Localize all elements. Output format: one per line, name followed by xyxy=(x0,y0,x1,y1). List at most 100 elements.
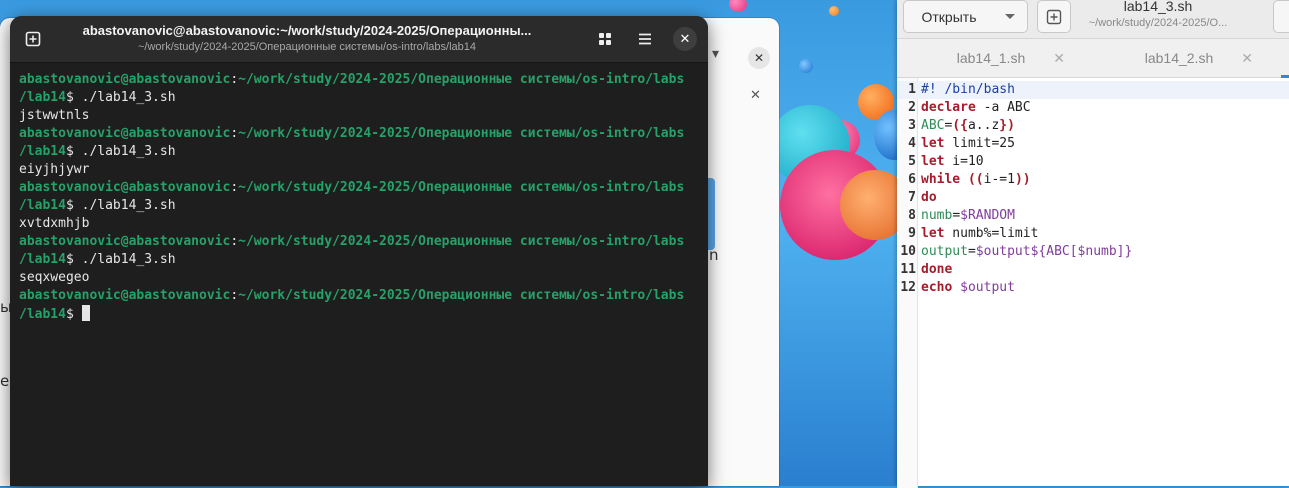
open-button[interactable]: Открыть xyxy=(903,0,995,33)
close-icon[interactable]: ✕ xyxy=(750,88,761,103)
code-text: #! /bin/bash xyxy=(921,82,1015,97)
command-text: $ ./lab14_3.sh xyxy=(65,144,176,159)
code-text: do xyxy=(921,190,937,205)
command-text: $ xyxy=(65,307,82,322)
code-text: done xyxy=(921,262,953,277)
code-line: 9 let numb%=limit xyxy=(897,225,1289,243)
line-number: 9 xyxy=(908,226,916,241)
prompt-separator: : xyxy=(230,180,239,195)
prompt-separator: : xyxy=(230,288,239,303)
code-line: 8 numb=$RANDOM xyxy=(897,207,1289,225)
close-icon: ✕ xyxy=(673,27,697,51)
line-number: 6 xyxy=(908,172,916,187)
terminal-line: abastovanovic@abastovanovic:~/work/study… xyxy=(19,179,708,197)
chevron-down-icon xyxy=(1005,13,1015,19)
prompt-path: /lab14 xyxy=(19,198,66,213)
line-number: 8 xyxy=(908,208,916,223)
code-line: 10 output=$output${ABC[$numb]} xyxy=(897,243,1289,261)
prompt-user-host: abastovanovic@abastovanovic xyxy=(19,126,231,141)
tab-label: lab14_2.sh xyxy=(1144,50,1214,66)
open-dropdown-button[interactable] xyxy=(993,0,1028,33)
browser-edge-text: n xyxy=(709,246,719,264)
new-document-button[interactable] xyxy=(1037,0,1071,33)
tab-lab14-2[interactable]: lab14_2.sh ✕ xyxy=(1085,39,1273,77)
command-text: $ ./lab14_3.sh xyxy=(65,198,176,213)
prompt-separator: : xyxy=(230,234,239,249)
desktop-balloon xyxy=(729,0,747,12)
close-icon[interactable]: ✕ xyxy=(748,47,770,69)
code-line: 5 let i=10 xyxy=(897,153,1289,171)
terminal-line: abastovanovic@abastovanovic:~/work/study… xyxy=(19,233,708,251)
output-line: jstwwtnls xyxy=(19,108,90,123)
line-number: 10 xyxy=(900,244,916,259)
desktop-balloon xyxy=(799,59,813,73)
terminal-line: /lab14$ ./lab14_3.sh xyxy=(19,89,708,107)
hamburger-icon xyxy=(639,33,651,45)
prompt-user-host: abastovanovic@abastovanovic xyxy=(19,72,231,87)
code-text: let limit=25 xyxy=(921,136,1015,151)
code-text: while ((i-=1)) xyxy=(921,172,1031,187)
terminal-subtitle: ~/work/study/2024-2025/Операционные сист… xyxy=(137,41,476,53)
code-line: 12 echo $output xyxy=(897,279,1289,297)
code-line: 6 while ((i-=1)) xyxy=(897,171,1289,189)
code-line: 2 declare -a ABC xyxy=(897,99,1289,117)
editor-subtitle: ~/work/study/2024-2025/О... xyxy=(1088,17,1228,29)
code-line: 4 let limit=25 xyxy=(897,135,1289,153)
prompt-user-host: abastovanovic@abastovanovic xyxy=(19,288,231,303)
editor-headerbar: Открыть lab14_3.sh ~/work/study/2024-202… xyxy=(897,0,1289,39)
output-line: eiyjhjywr xyxy=(19,162,90,177)
prompt-path: ~/work/study/2024-2025/Операционные сист… xyxy=(238,288,685,303)
terminal-line: /lab14$ ./lab14_3.sh xyxy=(19,197,708,215)
prompt-path: /lab14 xyxy=(19,252,66,267)
terminal-line: abastovanovic@abastovanovic:~/work/study… xyxy=(19,287,708,305)
new-tab-button[interactable] xyxy=(19,25,47,53)
terminal-line: /lab14$ xyxy=(19,305,708,323)
code-line: 7 do xyxy=(897,189,1289,207)
menu-button[interactable] xyxy=(631,25,659,53)
chevron-down-icon[interactable]: ▾ xyxy=(712,46,719,62)
prompt-path: /lab14 xyxy=(19,144,66,159)
line-number: 3 xyxy=(908,118,916,133)
plus-icon xyxy=(1046,9,1062,24)
prompt-path: ~/work/study/2024-2025/Операционные сист… xyxy=(238,180,685,195)
code-line: 1 #! /bin/bash xyxy=(897,81,1289,99)
code-text: let numb%=limit xyxy=(921,226,1039,241)
prompt-separator: : xyxy=(230,126,239,141)
prompt-path: /lab14 xyxy=(19,90,66,105)
code-text: let i=10 xyxy=(921,154,984,169)
close-icon[interactable]: ✕ xyxy=(1053,50,1065,67)
terminal-output[interactable]: abastovanovic@abastovanovic:~/work/study… xyxy=(10,63,708,323)
line-number: 11 xyxy=(900,262,916,277)
terminal-window[interactable]: abastovanovic@abastovanovic:~/work/study… xyxy=(10,16,708,486)
tab-overview-button[interactable] xyxy=(591,25,619,53)
line-number: 12 xyxy=(900,280,916,295)
terminal-headerbar[interactable]: abastovanovic@abastovanovic:~/work/study… xyxy=(10,16,708,63)
text-editor-window[interactable]: Открыть lab14_3.sh ~/work/study/2024-202… xyxy=(897,0,1289,488)
terminal-line: abastovanovic@abastovanovic:~/work/study… xyxy=(19,125,708,143)
prompt-path: /lab14 xyxy=(19,307,66,322)
prompt-path: ~/work/study/2024-2025/Операционные сист… xyxy=(238,72,685,87)
terminal-title: abastovanovic@abastovanovic:~/work/study… xyxy=(82,23,532,38)
line-number: 5 xyxy=(908,154,916,169)
plus-icon xyxy=(25,31,41,47)
output-line: xvtdxmhjb xyxy=(19,216,90,231)
tab-label: lab14_1.sh xyxy=(956,50,1026,66)
close-icon[interactable]: ✕ xyxy=(1241,50,1253,67)
code-text: declare -a ABC xyxy=(921,100,1031,115)
command-text: $ ./lab14_3.sh xyxy=(65,252,176,267)
line-number: 2 xyxy=(908,100,916,115)
line-number: 7 xyxy=(908,190,916,205)
command-text: $ ./lab14_3.sh xyxy=(65,90,176,105)
code-text: ABC=({a..z}) xyxy=(921,118,1015,133)
close-button[interactable]: ✕ xyxy=(671,25,699,53)
text-cursor xyxy=(81,305,90,321)
tab-lab14-1[interactable]: lab14_1.sh ✕ xyxy=(897,39,1085,77)
save-button[interactable] xyxy=(1273,0,1289,33)
code-line: 11 done xyxy=(897,261,1289,279)
prompt-path: ~/work/study/2024-2025/Операционные сист… xyxy=(238,234,685,249)
code-line: 3 ABC=({a..z}) xyxy=(897,117,1289,135)
prompt-path: ~/work/study/2024-2025/Операционные сист… xyxy=(238,126,685,141)
terminal-line: abastovanovic@abastovanovic:~/work/study… xyxy=(19,71,708,89)
line-number: 4 xyxy=(908,136,916,151)
grid-icon xyxy=(599,33,611,45)
